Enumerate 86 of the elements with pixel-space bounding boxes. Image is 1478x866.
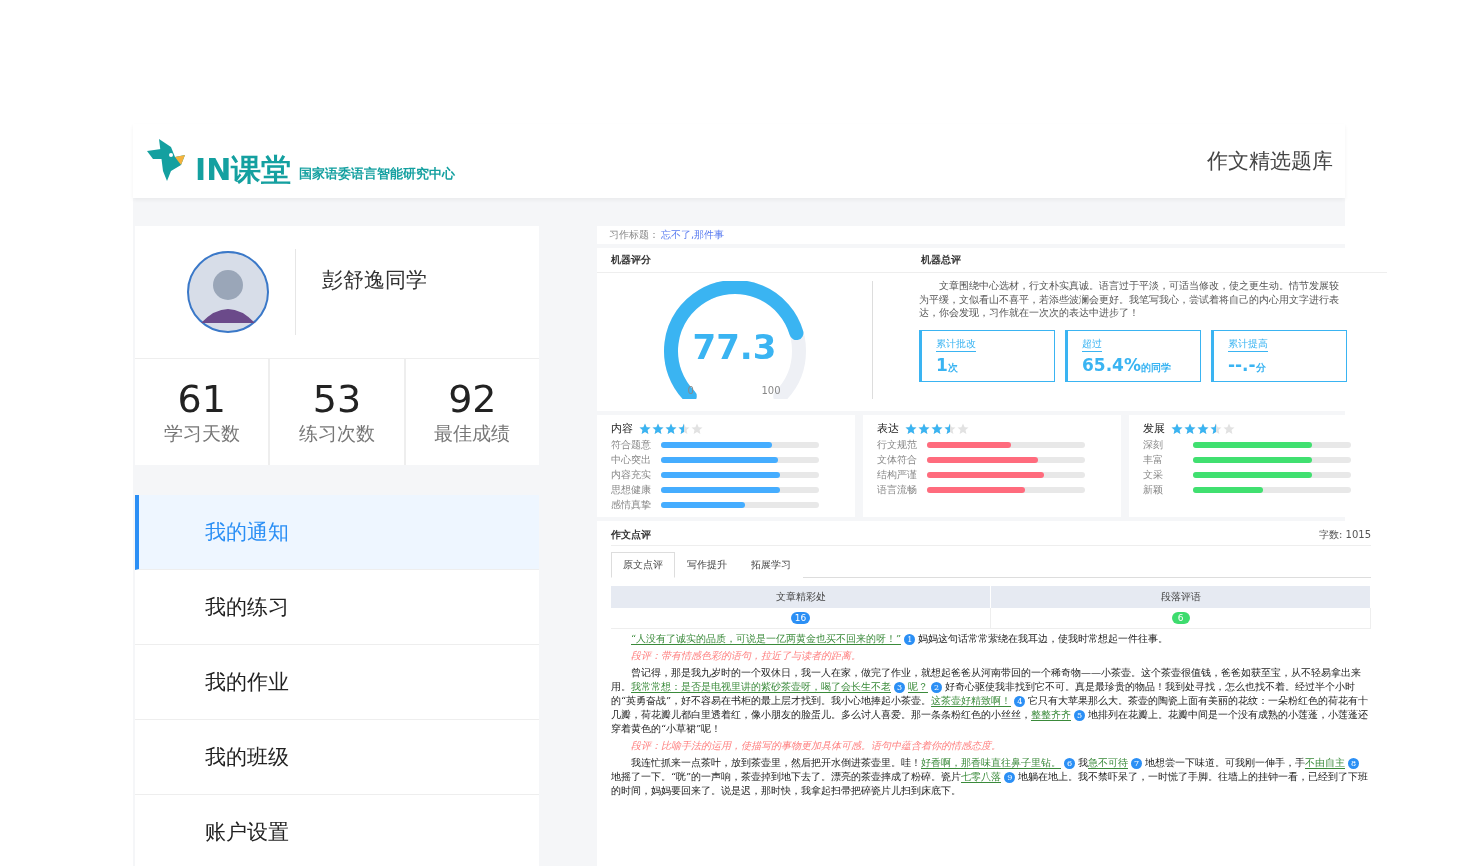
highlighted-phrase[interactable]: 这茶壶好精致啊！: [931, 695, 1012, 707]
card-label: 累计批改: [936, 336, 976, 352]
section-heading: 机器总评: [921, 253, 962, 267]
note-marker[interactable]: 8: [1348, 758, 1359, 769]
star-icon: [957, 422, 969, 435]
star-icon: [931, 422, 943, 435]
highlighted-phrase[interactable]: 急不可待: [1088, 757, 1128, 769]
skill-name: 表达: [877, 421, 899, 436]
stat-label: 学习天数: [163, 421, 240, 446]
skill-label: 深刻: [1143, 437, 1164, 452]
star-icon: [944, 422, 956, 435]
note-marker[interactable]: 5: [1074, 710, 1085, 721]
section-heading: 作文点评: [611, 528, 651, 542]
skill-label: 结构严谨: [877, 467, 918, 482]
highlighted-phrase[interactable]: 呢？: [908, 681, 928, 693]
section-heading: 机器评分: [611, 253, 652, 267]
stat-value: 53: [312, 377, 362, 421]
star-icon: [652, 422, 664, 435]
essay-title-link[interactable]: 忘不了,那件事: [661, 228, 725, 242]
note-marker[interactable]: 3: [894, 682, 905, 693]
card-value: --.-分: [1228, 354, 1267, 375]
word-count: 字数: 1015: [1319, 528, 1371, 542]
highlighted-phrase[interactable]: “人没有了诚实的品质，可说是一亿两黄金也买不回来的呀！”: [631, 633, 902, 645]
highlighted-phrase[interactable]: 不由自主: [1305, 757, 1345, 769]
logo-text: IN课堂: [195, 155, 292, 185]
skill-name: 内容: [611, 421, 633, 436]
student-name: 彭舒逸同学: [322, 267, 427, 294]
paragraph-comment: 段评：比喻手法的运用，使描写的事物更加具体可感。语句中蕴含着你的情感态度。: [630, 739, 1002, 753]
card-value: 65.4%的同学: [1082, 354, 1172, 375]
stat-label: 练习次数: [299, 421, 375, 446]
skill-label: 语言流畅: [877, 482, 918, 497]
gauge-min-label: 0: [687, 385, 694, 396]
table-header: 文章精彩处: [611, 586, 991, 608]
card-label: 超过: [1082, 336, 1102, 352]
skill-label: 行文规范: [877, 437, 918, 452]
gauge-max-label: 100: [761, 385, 781, 396]
card-value: 1次: [936, 354, 959, 375]
star-icon: [1197, 422, 1209, 435]
skill-label: 文体符合: [877, 452, 918, 467]
highlighted-phrase[interactable]: 我常常想：是否是电视里讲的紫砂茶壶呀，喝了会长生不老: [631, 681, 891, 693]
stat-value: 61: [177, 377, 226, 421]
highlighted-phrase[interactable]: 七零八落: [961, 771, 1002, 783]
skill-name: 发展: [1143, 421, 1165, 436]
note-marker[interactable]: 6: [1064, 758, 1075, 769]
star-icon: [1184, 422, 1196, 435]
essay-paragraph: “人没有了诚实的品质，可说是一亿两黄金也买不回来的呀！” 1 妈妈这句话常常萦绕在我耳边，使我时常想起一件往事。: [630, 632, 1170, 646]
note-marker[interactable]: 2: [931, 682, 942, 693]
highlighted-phrase[interactable]: 整整齐齐: [1031, 709, 1071, 721]
note-marker[interactable]: 9: [1004, 772, 1016, 783]
star-icon: [665, 422, 677, 435]
note-marker[interactable]: 1: [904, 634, 916, 645]
note-marker[interactable]: 7: [1131, 758, 1142, 769]
stat-value: 92: [448, 377, 497, 421]
star-icon: [639, 422, 651, 435]
skill-label: 文采: [1143, 467, 1164, 482]
score-value: 77.3: [691, 327, 778, 367]
logo-subtitle: 国家语委语言智能研究中心: [299, 165, 456, 183]
skill-label: 符合题意: [611, 437, 652, 452]
skill-label: 丰富: [1143, 452, 1164, 467]
skill-label: 新颖: [1143, 482, 1164, 497]
star-icon: [691, 422, 703, 435]
count-badge: 6: [1171, 612, 1190, 624]
star-icon: [1171, 422, 1183, 435]
skill-label: 感情真挚: [611, 497, 652, 512]
paragraph-comment: 段评：带有情感色彩的语句，拉近了与读者的距离。: [630, 649, 862, 663]
stat-label: 最佳成绩: [434, 421, 511, 446]
table-header: 段落评语: [991, 586, 1371, 608]
essay-title-label: 习作标题：: [609, 228, 659, 242]
skill-label: 内容充实: [611, 467, 652, 482]
skill-label: 思想健康: [611, 482, 652, 497]
note-marker[interactable]: 4: [1014, 696, 1026, 707]
menu-item[interactable]: 我的通知: [135, 495, 539, 570]
count-badge: 16: [790, 612, 811, 624]
star-icon: [905, 422, 917, 435]
highlighted-phrase[interactable]: 好香啊，那香味直往鼻子里钻。: [921, 757, 1061, 769]
card-label: 累计提高: [1228, 336, 1268, 352]
star-icon: [678, 422, 690, 435]
page-title: 作文精选题库: [1207, 148, 1333, 175]
essay-paragraph: 我连忙抓来一点茶叶，放到茶壶里，然后把开水倒进茶壶里。哇！好香啊，那香味直往鼻子里钻。 6 我急不可待 7 地想尝一下味道。可我刚一伸手，手不由自主 8 地摇了一下。“咣”的一声响，茶壶掉到地下去了。漂亮的茶壶摔成了粉碎。瓷片七零八落 9 地躺在地上。我不禁吓呆了，一时慌了手脚。往墙上的挂钟一看，已经到了下班的时间，妈妈要回来了。说是迟，那时快，我拿起扫帚把碎瓷片儿扫到床底下。: [611, 756, 1370, 798]
tab[interactable]: 原文点评: [611, 552, 675, 578]
star-icon: [918, 422, 930, 435]
skill-label: 中心突出: [611, 452, 652, 467]
essay-paragraph: 曾记得，那是我九岁时的一个双休日，我一人在家，做完了作业，就想起爸爸从河南带回的一个稀奇物——小茶壶。这个茶壶很值钱，爸爸如获至宝，从不轻易拿出来用。我常常想：是否是电视里讲的紫砂茶壶呀，喝了会长生不老 3 呢？ 2 好奇心驱使我非找到它不可。真是最珍贵的物品！我到处寻找，怎么也找不着。经过半个小时的“英勇奋战”，好不容易在书柜的最上层才找到。我小心地捧起小茶壶。这茶壶好精致啊！ 4 它只有大苹果那么大。茶壶的陶瓷上面有美丽的花纹：一朵粉红色的荷花有十几瓣，荷花瓣儿都白里透着红，像小朋友的脸蛋儿。多么讨人喜爱。那一条条粉红色的小丝丝，整整齐齐 5 地排列在花瓣上。花瓣中间是一个没有成熟的小莲蓬，小莲蓬还穿着黄色的“小草裙”呢！: [611, 666, 1370, 736]
star-icon: [1210, 422, 1222, 435]
star-icon: [1223, 422, 1235, 435]
review-summary: 文章围绕中心选材，行文朴实真诚。语言过于平淡，可适当修改，使之更生动。情节发展较为平缓，文似看山不喜平，若添些波澜会更好。我笔写我心，尝试着将自己的内心用文字进行表达，你会发现，习作就在一次次的表达中进步了！: [919, 279, 1340, 320]
